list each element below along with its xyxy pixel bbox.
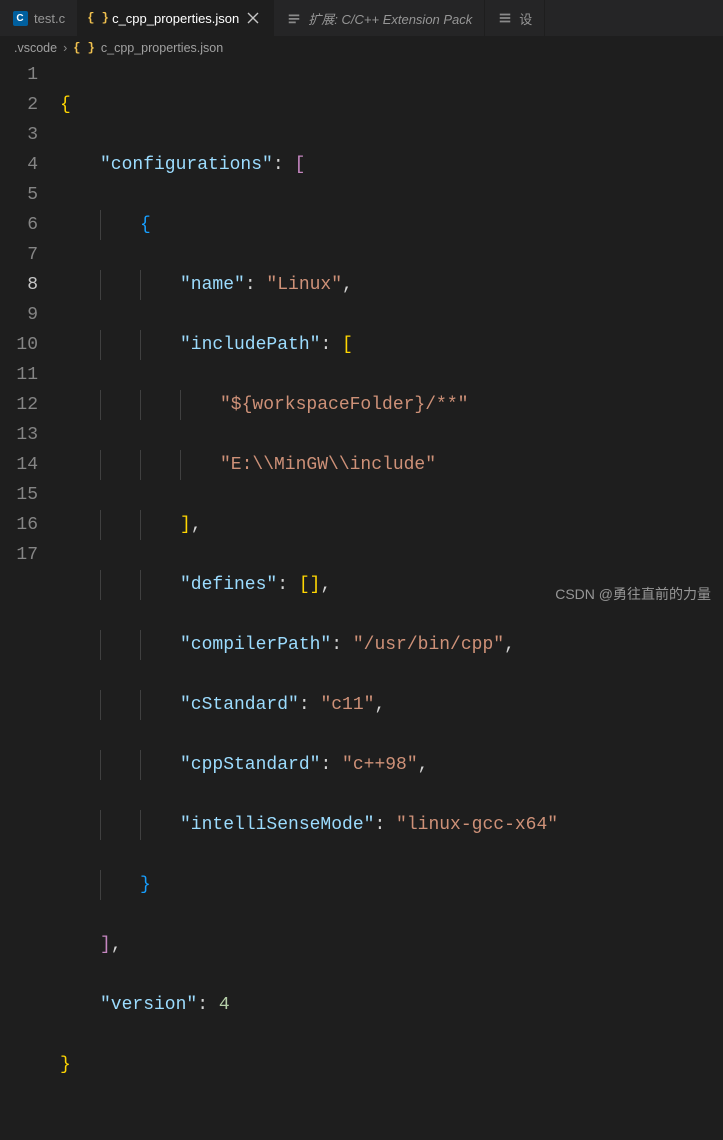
line-number: 5 xyxy=(0,180,38,210)
tab-label: 扩展: C/C++ Extension Pack xyxy=(308,9,472,28)
c-file-icon: C xyxy=(12,10,28,26)
json-file-icon: { } xyxy=(73,41,95,55)
line-number: 10 xyxy=(0,330,38,360)
tab-label: test.c xyxy=(34,11,65,26)
tab-label: c_cpp_properties.json xyxy=(112,11,239,26)
line-gutter: 1 2 3 4 5 6 7 8 9 10 11 12 13 14 15 16 1… xyxy=(0,60,60,1140)
line-number: 3 xyxy=(0,120,38,150)
breadcrumb-folder[interactable]: .vscode xyxy=(14,41,57,55)
watermark-text: CSDN @勇往直前的力量 xyxy=(555,584,711,604)
line-number: 6 xyxy=(0,210,38,240)
tab-extension-pack[interactable]: 扩展: C/C++ Extension Pack xyxy=(274,0,485,36)
tab-c-cpp-properties[interactable]: { } c_cpp_properties.json xyxy=(78,0,274,36)
settings-icon xyxy=(497,10,513,26)
line-number: 13 xyxy=(0,420,38,450)
extension-icon xyxy=(286,10,302,26)
line-number: 14 xyxy=(0,450,38,480)
tab-settings[interactable]: 设 xyxy=(485,0,545,36)
line-number: 11 xyxy=(0,360,38,390)
line-number: 2 xyxy=(0,90,38,120)
line-number: 17 xyxy=(0,540,38,570)
chevron-right-icon: › xyxy=(63,41,67,55)
line-number: 12 xyxy=(0,390,38,420)
breadcrumb[interactable]: .vscode › { } c_cpp_properties.json xyxy=(0,36,723,60)
json-file-icon: { } xyxy=(90,10,106,26)
breadcrumb-file[interactable]: c_cpp_properties.json xyxy=(101,41,223,55)
line-number: 1 xyxy=(0,60,38,90)
tab-test-c[interactable]: C test.c xyxy=(0,0,78,36)
line-number: 9 xyxy=(0,300,38,330)
line-number: 4 xyxy=(0,150,38,180)
tab-label: 设 xyxy=(519,9,532,28)
line-number: 16 xyxy=(0,510,38,540)
line-number: 15 xyxy=(0,480,38,510)
tab-bar: C test.c { } c_cpp_properties.json 扩展: C… xyxy=(0,0,723,36)
close-icon[interactable] xyxy=(245,10,261,26)
line-number: 8 xyxy=(0,270,38,300)
line-number: 7 xyxy=(0,240,38,270)
